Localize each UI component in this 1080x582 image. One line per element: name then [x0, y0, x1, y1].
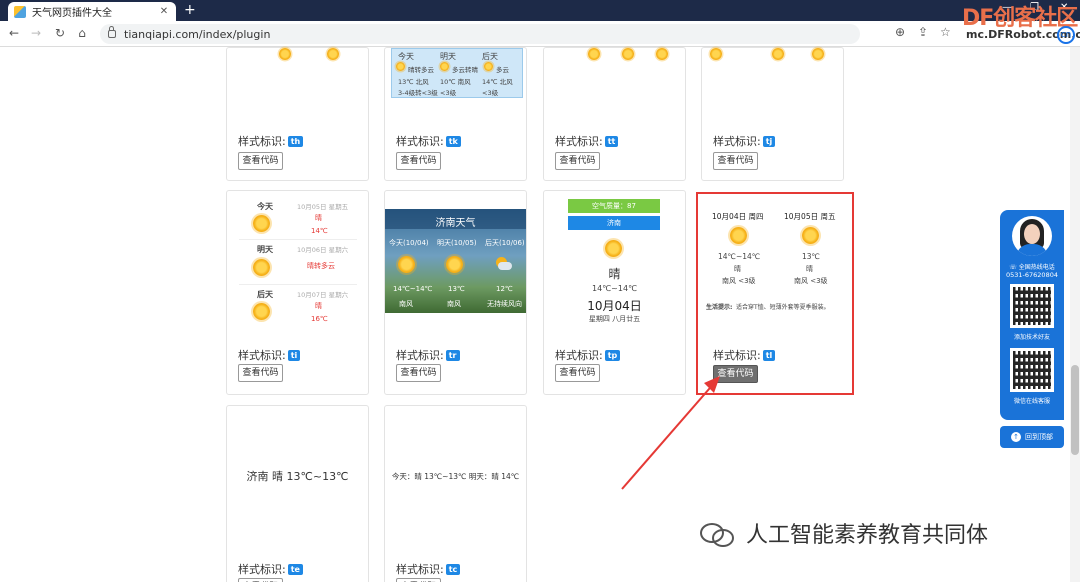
plugin-card-te: 济南 晴 13℃~13℃ 样式标识:te 查看代码	[226, 405, 369, 582]
plugin-card-th: 样式标识: th 查看代码	[226, 47, 369, 181]
zoom-icon[interactable]: ⊕	[895, 25, 905, 39]
style-label: 样式标识: tt	[555, 133, 619, 149]
view-code-button[interactable]: 查看代码	[396, 578, 441, 582]
sun-icon	[327, 48, 339, 60]
wechat-service-qr	[1010, 348, 1054, 392]
style-label: 样式标识: tj	[713, 133, 776, 149]
home-icon[interactable]: ⌂	[74, 25, 90, 41]
sun-icon	[656, 48, 668, 60]
plugin-card-ti: 今天 10月05日 星期五 晴 14℃ 明天 10月06日 星期六 晴转多云 后…	[226, 190, 369, 395]
view-code-button[interactable]: 查看代码	[396, 364, 441, 382]
style-label: 样式标识: tc	[396, 561, 461, 577]
style-label: 样式标识: tp	[555, 347, 621, 363]
scrollbar-thumb[interactable]	[1071, 365, 1079, 455]
arrow-up-icon: ↑	[1011, 432, 1021, 442]
share-icon[interactable]: ⇪	[918, 25, 928, 39]
sun-icon	[253, 259, 270, 276]
profile-avatar[interactable]: cn	[1057, 26, 1075, 44]
bookmark-star-icon[interactable]: ☆	[940, 25, 951, 39]
style-label: 样式标识: tr	[396, 347, 460, 363]
plugin-card-tj: 样式标识: tj 查看代码	[701, 47, 844, 181]
annotation-arrow	[621, 376, 720, 490]
partly-cloudy-icon	[494, 257, 512, 271]
browser-tab-bar: 天气网页插件大全 ✕ + — ❐ ✕	[0, 0, 1080, 21]
style-badge: te	[287, 563, 303, 575]
view-code-button[interactable]: 查看代码	[238, 578, 283, 582]
style-badge: tp	[604, 349, 621, 361]
plugin-card-tt: 样式标识: tt 查看代码	[543, 47, 686, 181]
sun-icon	[605, 240, 622, 257]
sun-icon	[253, 303, 270, 320]
scrollbar-track[interactable]	[1070, 47, 1080, 582]
sun-icon	[253, 215, 270, 232]
tech-friend-qr	[1010, 284, 1054, 328]
plugin-card-tp: 空气质量：87 济南 晴 14℃~14℃ 10月04日 星期四 八月廿五 样式标…	[543, 190, 686, 395]
view-code-button[interactable]: 查看代码	[555, 152, 600, 170]
style-badge: th	[287, 135, 304, 147]
forecast-table: 今天 明天 后天 晴转多云 多云转晴 多云 13℃ 北风 10℃ 南风 14℃ …	[391, 48, 523, 98]
sun-icon	[279, 48, 291, 60]
style-badge: ti	[287, 349, 301, 361]
tab-close-icon[interactable]: ✕	[158, 6, 170, 17]
sun-icon	[484, 62, 493, 71]
view-code-button[interactable]: 查看代码	[238, 152, 283, 170]
wechat-icon	[700, 521, 736, 547]
agent-avatar	[1012, 216, 1052, 256]
sun-icon	[622, 48, 634, 60]
widget-title: 济南天气	[435, 218, 476, 229]
sun-icon	[398, 256, 415, 273]
address-bar[interactable]: tianqiapi.com/index/plugin	[100, 24, 860, 44]
view-code-button[interactable]: 查看代码	[396, 152, 441, 170]
add-friend-label: 添加技术好友	[1013, 334, 1050, 341]
screenshot-root: 天气网页插件大全 ✕ + — ❐ ✕ ← → ↻ ⌂ tianqiapi.com…	[0, 0, 1080, 582]
style-badge: tk	[445, 135, 461, 147]
hotline-number[interactable]: 0531-67620804	[1000, 271, 1064, 279]
plugin-card-tc: 今天：晴 13℃~13℃ 明天：晴 14℃ 样式标识:tc 查看代码	[384, 405, 527, 582]
sun-icon	[440, 62, 449, 71]
forward-arrow-icon[interactable]: →	[28, 25, 44, 41]
browser-tab[interactable]: 天气网页插件大全 ✕	[8, 2, 176, 21]
lock-icon	[108, 26, 116, 38]
city-badge: 济南	[568, 216, 660, 230]
wechat-service-label: 微信在线客服	[1013, 398, 1050, 405]
divider	[239, 239, 357, 240]
style-badge: tc	[445, 563, 461, 575]
reload-icon[interactable]: ↻	[52, 25, 68, 41]
plugin-card-tr: 济南天气 今天(10/04) 明天(10/05) 后天(10/06) 14℃~1…	[384, 190, 527, 395]
tab-title: 天气网页插件大全	[32, 8, 112, 19]
browser-nav-bar: ← → ↻ ⌂ tianqiapi.com/index/plugin ⊕ ⇪ ☆	[0, 21, 1080, 47]
view-code-button[interactable]: 查看代码	[713, 152, 758, 170]
customer-service-panel: ☏ 全国热线电话 0531-67620804 添加技术好友 微信在线客服	[1000, 210, 1064, 420]
style-label: 样式标识: te	[238, 561, 303, 577]
sun-icon	[710, 48, 722, 60]
aqi-badge: 空气质量：87	[568, 199, 660, 213]
plugin-card-tk: 今天 明天 后天 晴转多云 多云转晴 多云 13℃ 北风 10℃ 南风 14℃ …	[384, 47, 527, 181]
new-tab-button[interactable]: +	[184, 2, 196, 18]
url-text: tianqiapi.com/index/plugin	[124, 27, 271, 41]
wechat-account-watermark: 人工智能素养教育共同体	[700, 517, 988, 549]
sun-icon	[772, 48, 784, 60]
hotline-label: ☏ 全国热线电话	[1009, 264, 1055, 271]
view-code-button[interactable]: 查看代码	[238, 364, 283, 382]
phone-icon: ☏	[1009, 264, 1019, 271]
sun-icon	[396, 62, 405, 71]
sun-icon	[446, 256, 463, 273]
style-label: 样式标识: tk	[396, 133, 461, 149]
back-to-top-button[interactable]: ↑ 回到顶部	[1000, 426, 1064, 448]
style-badge: tj	[762, 135, 776, 147]
highlight-box	[696, 192, 854, 395]
back-arrow-icon[interactable]: ←	[6, 25, 22, 41]
style-label: 样式标识: th	[238, 133, 304, 149]
divider	[239, 284, 357, 285]
style-badge: tr	[445, 349, 460, 361]
sun-icon	[588, 48, 600, 60]
jinan-weather-widget: 济南天气 今天(10/04) 明天(10/05) 后天(10/06) 14℃~1…	[385, 209, 526, 313]
weather-favicon-icon	[14, 5, 26, 18]
sun-icon	[812, 48, 824, 60]
view-code-button[interactable]: 查看代码	[555, 364, 600, 382]
style-badge: tt	[604, 135, 619, 147]
style-label: 样式标识: ti	[238, 347, 301, 363]
plugin-gallery: 样式标识: th 查看代码 今天 明天 后天 晴转多云 多云转晴 多云 13℃ 北…	[0, 47, 1080, 582]
